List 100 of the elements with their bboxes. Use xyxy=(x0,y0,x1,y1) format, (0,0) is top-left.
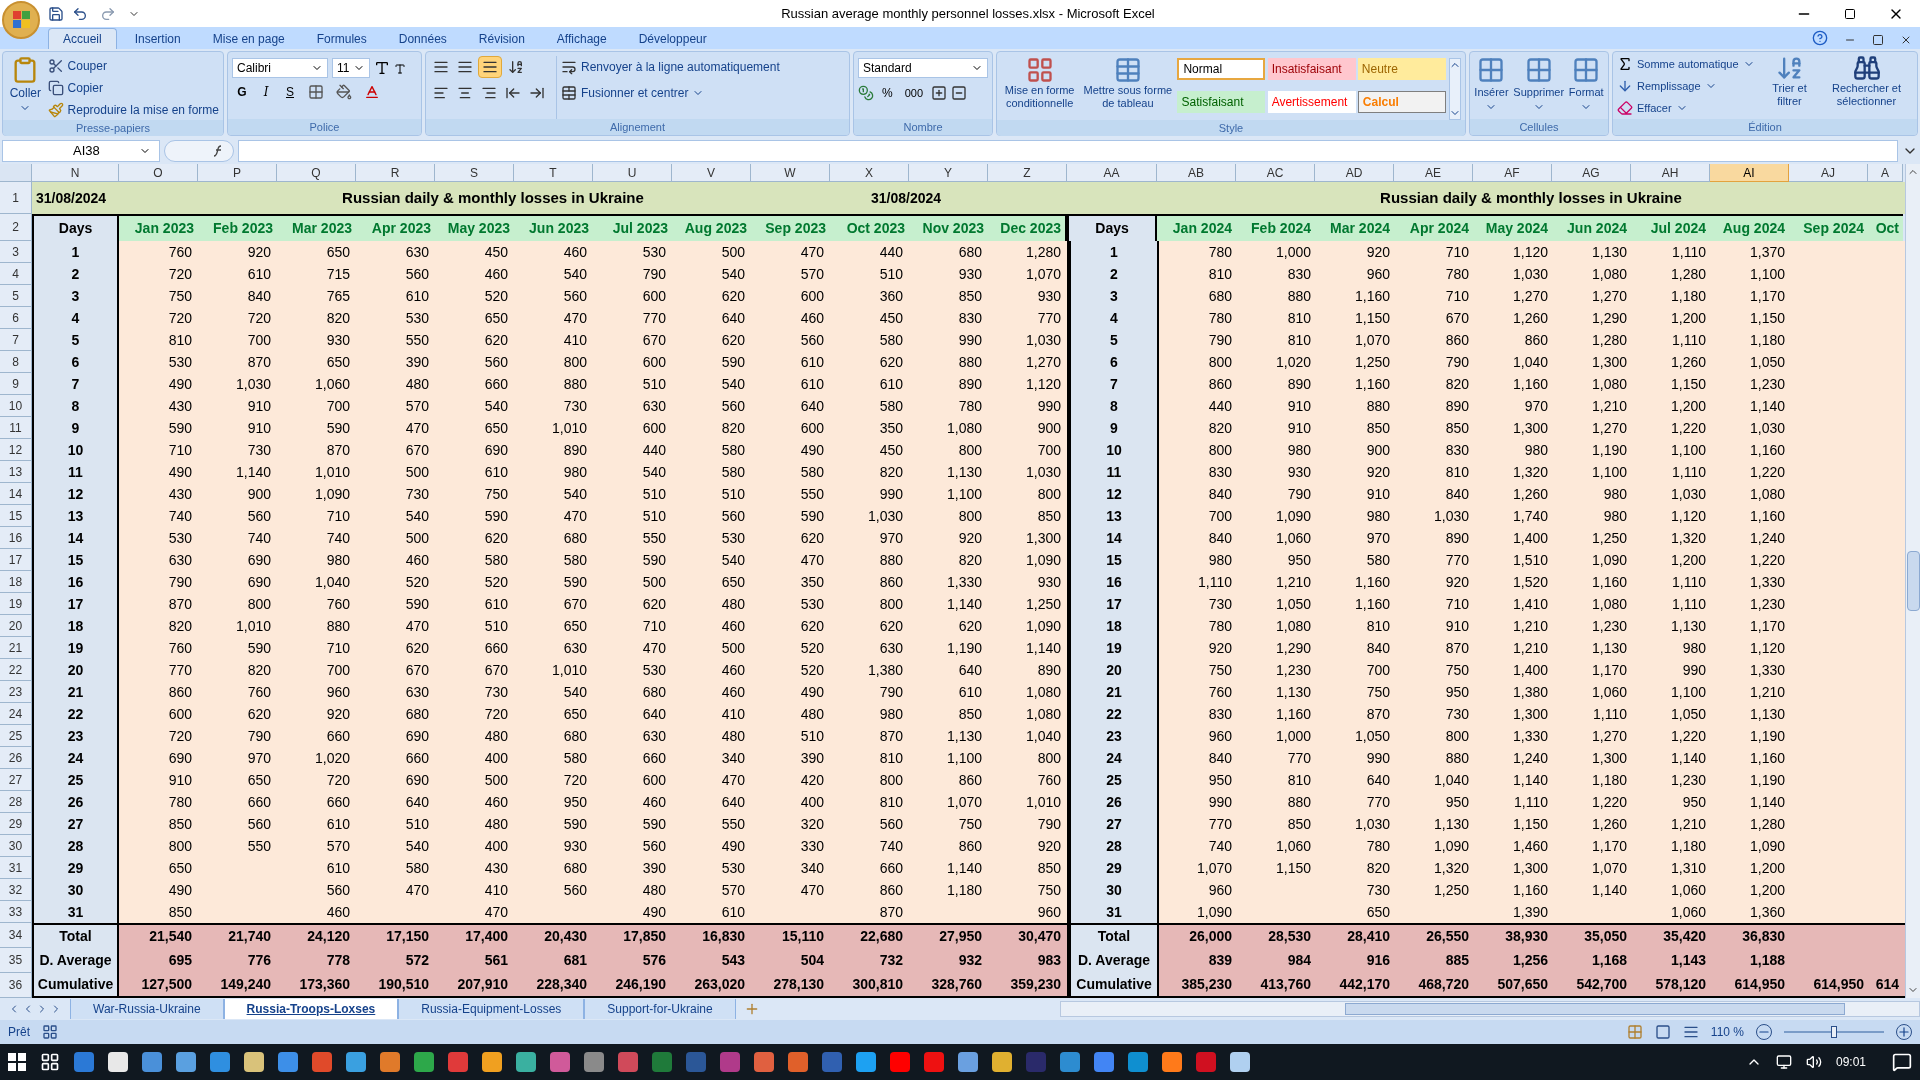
sort-filter-button[interactable]: Trier et filtrer xyxy=(1762,54,1817,119)
column-header[interactable]: AF xyxy=(1473,164,1552,182)
clear-button[interactable]: Effacer xyxy=(1617,98,1755,118)
row-header[interactable]: 10 xyxy=(0,395,32,417)
row-header[interactable]: 33 xyxy=(0,901,32,923)
fill-button[interactable]: Remplissage xyxy=(1617,76,1755,96)
row-header[interactable]: 6 xyxy=(0,307,32,329)
windows-logo[interactable] xyxy=(8,1053,26,1071)
app-icon[interactable] xyxy=(414,1052,434,1072)
column-header[interactable]: T xyxy=(514,164,593,182)
sheet-tab[interactable]: Russia-Equipment-Losses xyxy=(398,999,585,1019)
percent-button[interactable]: % xyxy=(878,84,897,102)
column-header[interactable]: Z xyxy=(988,164,1067,182)
app-icon[interactable] xyxy=(1230,1052,1250,1072)
column-header[interactable]: Y xyxy=(909,164,988,182)
column-header[interactable]: AC xyxy=(1236,164,1315,182)
app-icon[interactable] xyxy=(516,1052,536,1072)
ribbon-tab[interactable]: Affichage xyxy=(542,28,621,49)
row-header[interactable]: 31 xyxy=(0,857,32,879)
italic-button[interactable]: I xyxy=(256,82,276,102)
page-layout-icon[interactable] xyxy=(1654,1024,1671,1040)
row-header[interactable]: 8 xyxy=(0,351,32,373)
app-icon[interactable] xyxy=(380,1052,400,1072)
row-header[interactable]: 13 xyxy=(0,461,32,483)
row-header[interactable]: 1 xyxy=(0,182,32,214)
app-icon[interactable] xyxy=(584,1052,604,1072)
format-painter-button[interactable]: Reproduire la mise en forme xyxy=(47,100,219,120)
column-header[interactable]: U xyxy=(593,164,672,182)
ribbon-tab[interactable]: Développeur xyxy=(624,28,721,49)
column-header[interactable]: AJ xyxy=(1789,164,1868,182)
cell-style-swatch[interactable]: Normal xyxy=(1177,58,1266,80)
normal-view-icon[interactable] xyxy=(1626,1024,1643,1040)
app-icon[interactable] xyxy=(652,1052,672,1072)
app-icon[interactable] xyxy=(210,1052,230,1072)
vertical-align-icon[interactable] xyxy=(478,56,502,78)
row-header[interactable]: 18 xyxy=(0,571,32,593)
app-icon[interactable] xyxy=(924,1052,944,1072)
wrap-text-button[interactable]: Renvoyer à la ligne automatiquement xyxy=(561,56,780,78)
row-header[interactable]: 26 xyxy=(0,747,32,769)
app-icon[interactable] xyxy=(618,1052,638,1072)
row-header[interactable]: 17 xyxy=(0,549,32,571)
column-header[interactable]: AG xyxy=(1552,164,1631,182)
app-icon[interactable] xyxy=(1196,1052,1216,1072)
column-header[interactable]: AI xyxy=(1710,164,1789,182)
ribbon-tab[interactable]: Révision xyxy=(464,28,539,49)
row-header[interactable]: 5 xyxy=(0,285,32,307)
app-icon[interactable] xyxy=(346,1052,366,1072)
row-header[interactable]: 11 xyxy=(0,417,32,439)
row-header[interactable]: 9 xyxy=(0,373,32,395)
column-header[interactable]: N xyxy=(32,164,119,182)
column-header[interactable]: X xyxy=(830,164,909,182)
grow-font-icon[interactable] xyxy=(374,60,390,76)
volume-icon[interactable] xyxy=(1805,1054,1822,1070)
row-header[interactable]: 19 xyxy=(0,593,32,615)
merge-center-button[interactable]: Fusionner et centrer xyxy=(561,82,780,104)
increase-decimal-icon[interactable] xyxy=(931,85,948,101)
cut-button[interactable]: Couper xyxy=(47,56,219,76)
app-icon[interactable] xyxy=(890,1052,910,1072)
bold-button[interactable]: G xyxy=(232,82,252,102)
ribbon-tab[interactable]: Insertion xyxy=(120,28,195,49)
column-header[interactable]: AH xyxy=(1631,164,1710,182)
app-icon[interactable] xyxy=(108,1052,128,1072)
app-icon[interactable] xyxy=(1094,1052,1114,1072)
horizontal-scrollbar[interactable] xyxy=(1059,1001,1920,1017)
sheet-tab[interactable]: War-Russia-Ukraine xyxy=(70,999,224,1019)
number-format-dropdown[interactable]: Standard xyxy=(858,58,988,78)
app-icon[interactable] xyxy=(754,1052,774,1072)
decrease-decimal-icon[interactable] xyxy=(951,85,968,101)
row-header[interactable]: 12 xyxy=(0,439,32,461)
font-family-dropdown[interactable]: Calibri xyxy=(232,58,328,78)
row-header[interactable]: 23 xyxy=(0,681,32,703)
vertical-scrollbar[interactable] xyxy=(1905,164,1920,998)
task-view-icon[interactable] xyxy=(40,1052,60,1072)
app-icon[interactable] xyxy=(1128,1052,1148,1072)
font-color-icon[interactable] xyxy=(364,84,380,100)
app-icon[interactable] xyxy=(992,1052,1012,1072)
row-header[interactable]: 15 xyxy=(0,505,32,527)
column-header[interactable]: O xyxy=(119,164,198,182)
column-header[interactable]: R xyxy=(356,164,435,182)
shrink-font-icon[interactable] xyxy=(394,63,406,75)
cell-style-swatch[interactable]: Neutre xyxy=(1357,58,1446,80)
column-header[interactable]: AE xyxy=(1394,164,1473,182)
formula-input[interactable] xyxy=(238,140,1898,162)
row-header[interactable]: 21 xyxy=(0,637,32,659)
app-icon[interactable] xyxy=(312,1052,332,1072)
ribbon-tab[interactable]: Données xyxy=(384,28,461,49)
cells-button[interactable]: Insérer xyxy=(1474,56,1509,119)
maximize-icon[interactable] xyxy=(1844,7,1856,20)
column-header[interactable]: W xyxy=(751,164,830,182)
ribbon-tab[interactable]: Accueil xyxy=(48,28,117,49)
help-icon[interactable] xyxy=(1812,30,1828,46)
find-select-button[interactable]: Rechercher et sélectionner xyxy=(1824,54,1909,119)
app-icon[interactable] xyxy=(1162,1052,1182,1072)
app-icon[interactable] xyxy=(856,1052,876,1072)
office-button[interactable] xyxy=(2,0,40,39)
conditional-format-button[interactable]: Mise en forme conditionnelle xyxy=(1001,56,1079,120)
row-header[interactable]: 28 xyxy=(0,791,32,813)
close-icon[interactable] xyxy=(1900,34,1912,46)
row-header[interactable]: 34 xyxy=(0,923,32,948)
scroll-thumb[interactable] xyxy=(1906,551,1920,611)
